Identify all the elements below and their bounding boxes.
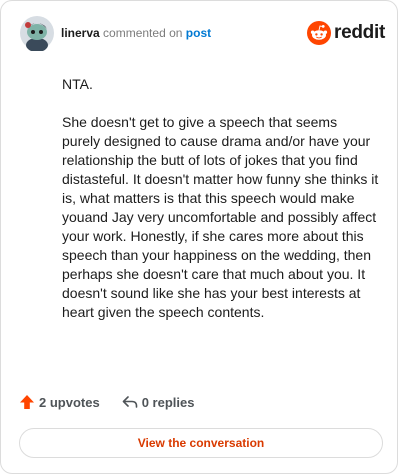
comment-byline: linerva commented on post [61, 26, 211, 40]
byline-action-text: commented on [103, 26, 183, 40]
comment-body: NTA. She doesn't get to give a speech th… [62, 75, 379, 341]
upvote-arrow-icon [20, 395, 34, 409]
comment-header: linerva commented on post reddit [19, 13, 385, 53]
reddit-snoo-logo-icon [307, 21, 332, 45]
post-link[interactable]: post [186, 26, 211, 40]
reply-count: 0 replies [141, 394, 195, 410]
upvote-button[interactable]: 2 upvotes [19, 394, 100, 410]
reddit-logo[interactable]: reddit [307, 21, 385, 45]
comment-paragraph: She doesn't get to give a speech that se… [62, 114, 379, 320]
reddit-wordmark: reddit [334, 22, 385, 43]
user-avatar-icon[interactable] [19, 15, 55, 52]
username-link[interactable]: linerva [61, 26, 100, 40]
upvote-count: 2 upvotes [39, 394, 100, 410]
comment-actions: 2 upvotes 0 replies [19, 394, 194, 410]
comment-paragraph: NTA. [62, 76, 93, 92]
replies-button[interactable]: 0 replies [122, 394, 195, 410]
reply-arrow-icon [122, 396, 137, 408]
view-conversation-button[interactable]: View the conversation [19, 428, 383, 458]
comment-embed-card: linerva commented on post reddit NTA. Sh… [0, 0, 398, 474]
